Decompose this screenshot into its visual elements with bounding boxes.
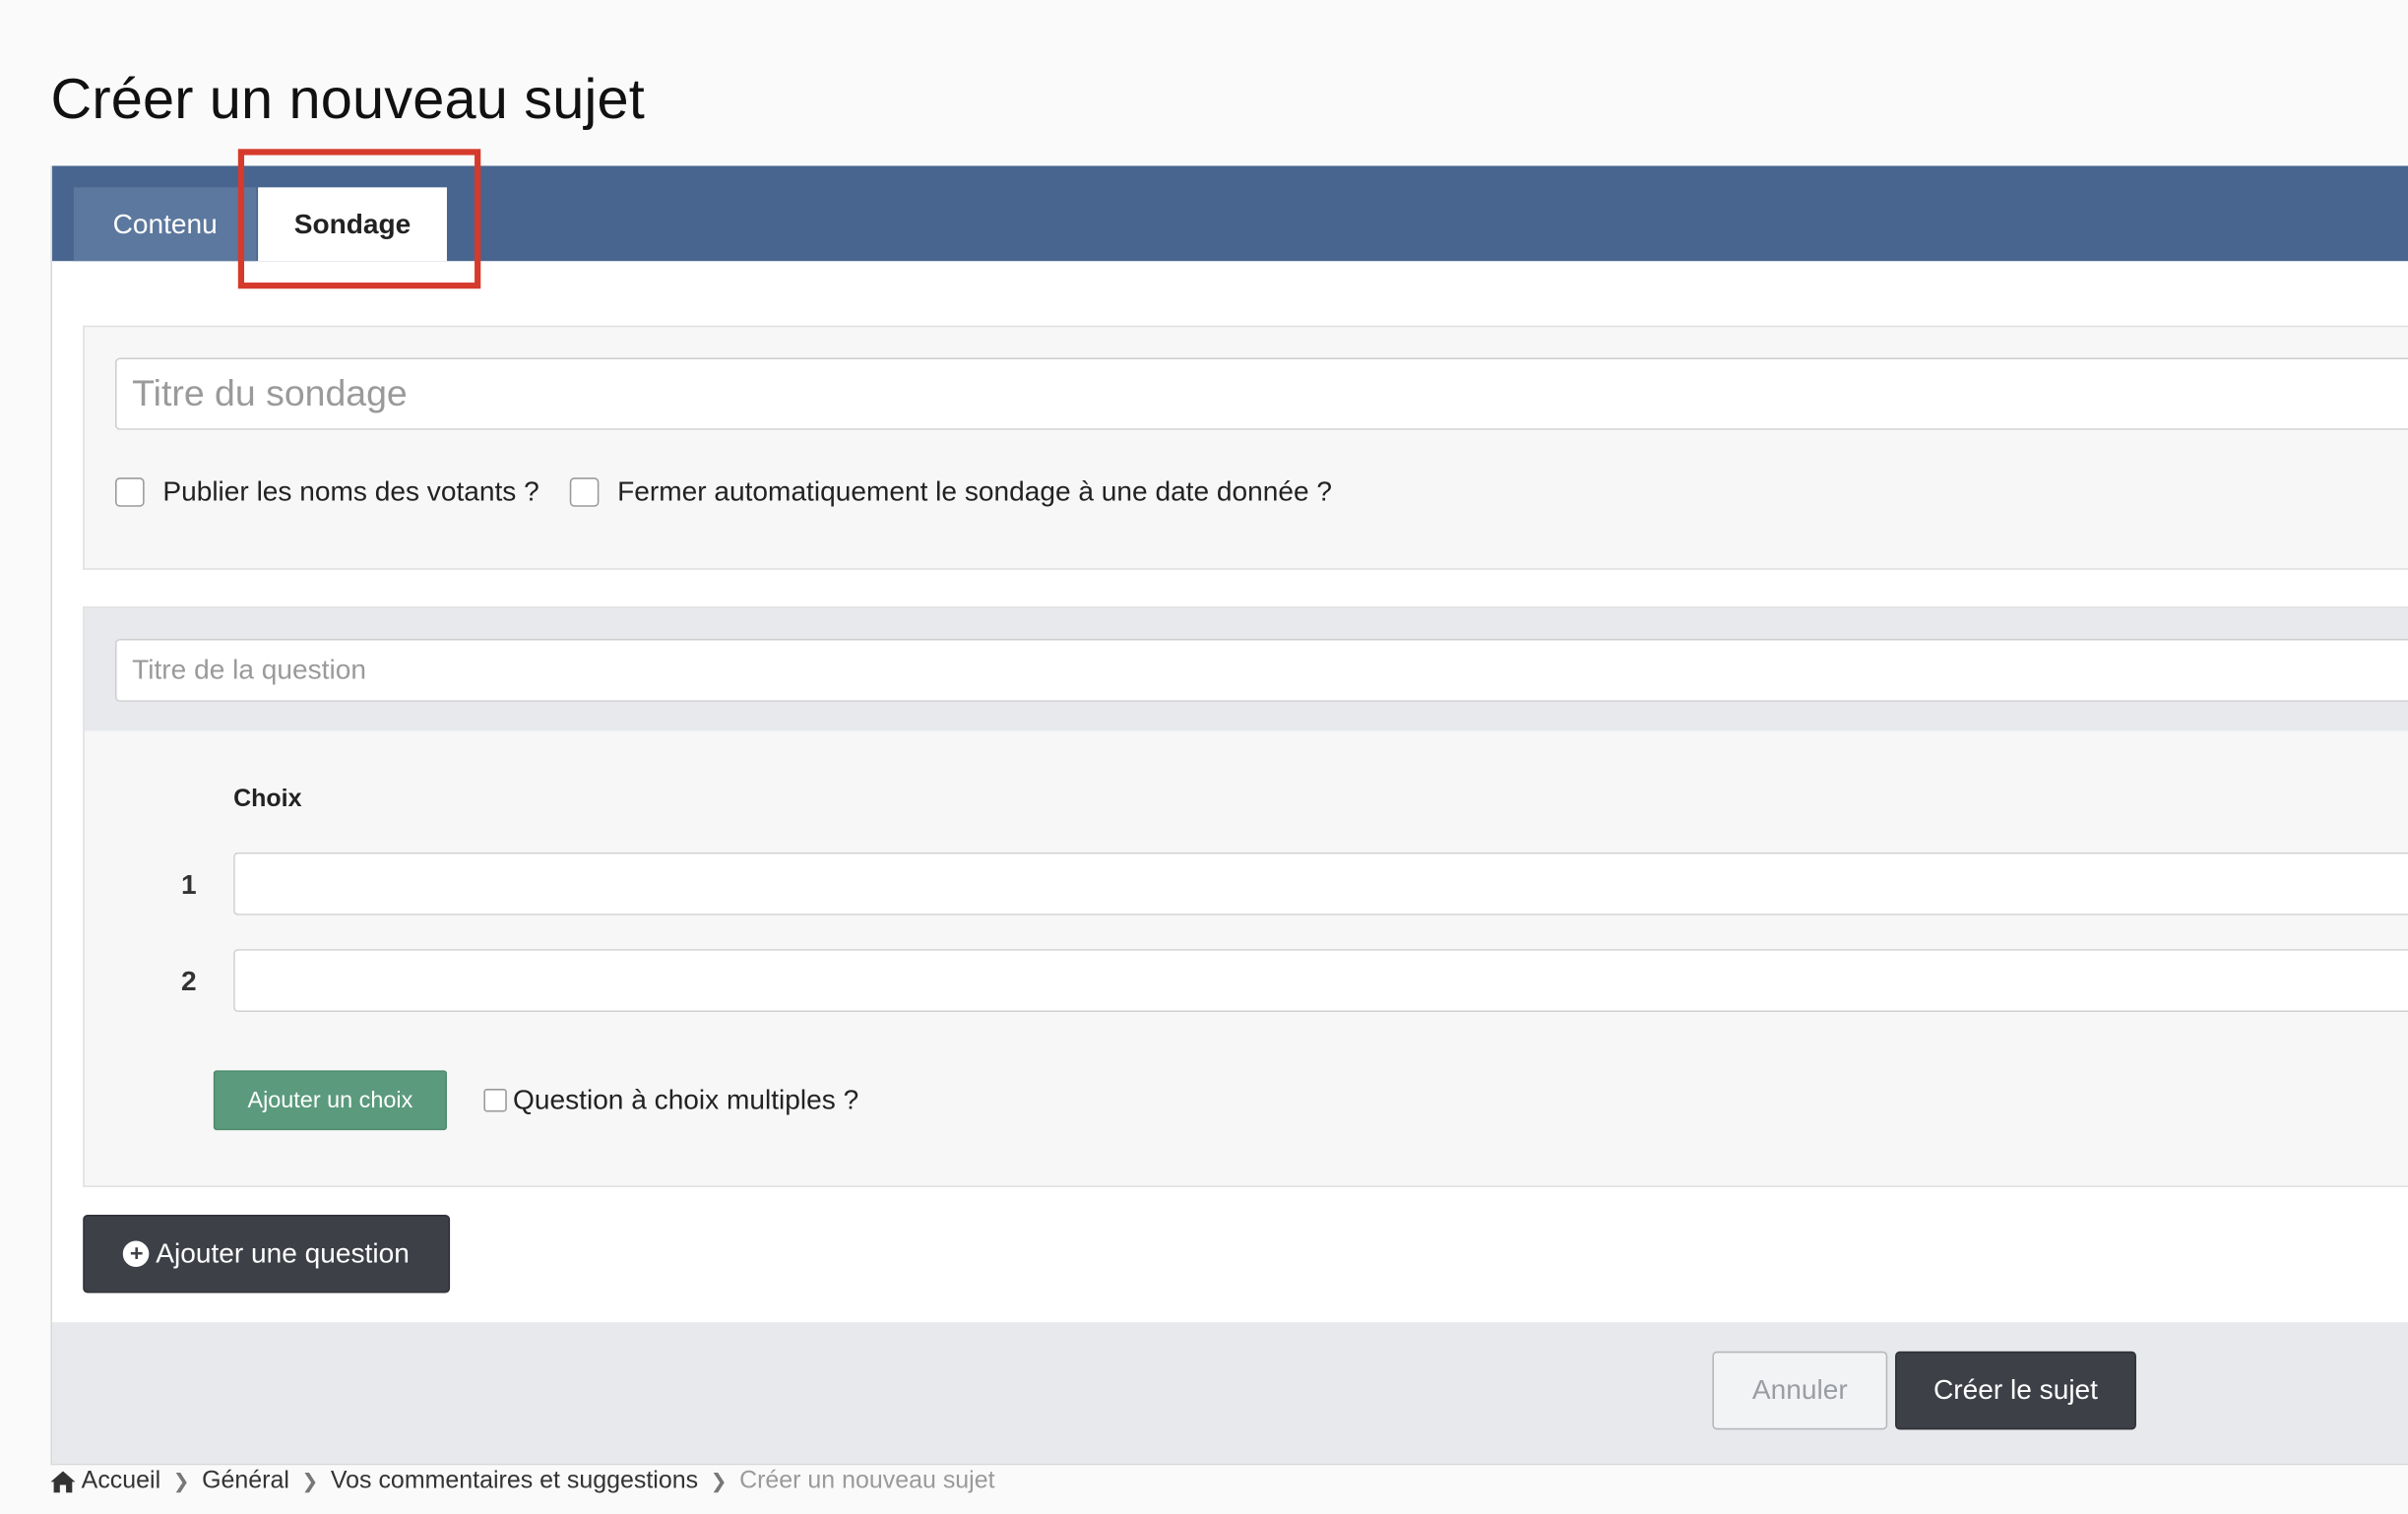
public-voters-checkbox[interactable]	[114, 477, 145, 507]
breadcrumb-item-general[interactable]: Général	[202, 1468, 289, 1495]
chevron-right-icon: ❯	[710, 1469, 728, 1493]
cancel-button[interactable]: Annuler	[1712, 1351, 1888, 1430]
auto-close-checkbox[interactable]	[569, 477, 600, 507]
tab-contenu-label: Contenu	[112, 208, 218, 239]
add-choice-button[interactable]: Ajouter un choix	[213, 1070, 447, 1131]
add-question-button[interactable]: + Ajouter une question	[83, 1214, 451, 1293]
question-panel: Choix 1 2 Ajouter un choix Question à ch…	[83, 606, 2408, 1187]
page: Créer un nouveau sujet Contenu Sondage P…	[0, 0, 2408, 1514]
topic-form: Contenu Sondage Publier les noms des vot…	[50, 165, 2408, 1466]
choice-number: 1	[181, 868, 197, 901]
question-title-input[interactable]	[114, 638, 2408, 702]
public-voters-option[interactable]: Publier les noms des votants ?	[114, 475, 539, 509]
create-topic-button[interactable]: Créer le sujet	[1895, 1351, 2136, 1430]
poll-settings-panel: Publier les noms des votants ? Fermer au…	[83, 325, 2408, 570]
auto-close-label: Fermer automatiquement le sondage à une …	[617, 475, 1333, 507]
breadcrumb: Accueil ❯ Général ❯ Vos commentaires et …	[50, 1468, 995, 1495]
choice-input-2[interactable]	[233, 949, 2408, 1013]
choice-number: 2	[181, 966, 197, 997]
auto-close-option[interactable]: Fermer automatiquement le sondage à une …	[569, 475, 1333, 509]
tab-highlight-annotation	[237, 149, 481, 289]
choice-input-1[interactable]	[233, 852, 2408, 915]
home-icon	[50, 1471, 76, 1493]
chevron-right-icon: ❯	[301, 1469, 319, 1493]
chevron-right-icon: ❯	[172, 1469, 190, 1493]
multiple-choice-checkbox[interactable]	[483, 1089, 507, 1112]
poll-title-input[interactable]	[114, 357, 2408, 430]
multiple-choice-label: Question à choix multiples ?	[513, 1084, 859, 1115]
multiple-choice-option[interactable]: Question à choix multiples ?	[483, 1084, 858, 1116]
question-header	[84, 607, 2408, 731]
page-title: Créer un nouveau sujet	[50, 67, 645, 131]
form-footer: Annuler Créer le sujet	[52, 1322, 2408, 1464]
choices-heading: Choix	[233, 786, 302, 813]
breadcrumb-item-current: Créer un nouveau sujet	[739, 1468, 995, 1494]
add-question-label: Ajouter une question	[156, 1237, 410, 1269]
tab-contenu[interactable]: Contenu	[73, 187, 257, 262]
breadcrumb-item-feedback[interactable]: Vos commentaires et suggestions	[331, 1468, 698, 1495]
public-voters-label: Publier les noms des votants ?	[162, 475, 539, 507]
plus-circle-icon: +	[123, 1240, 151, 1267]
breadcrumb-item-accueil[interactable]: Accueil	[82, 1468, 160, 1495]
